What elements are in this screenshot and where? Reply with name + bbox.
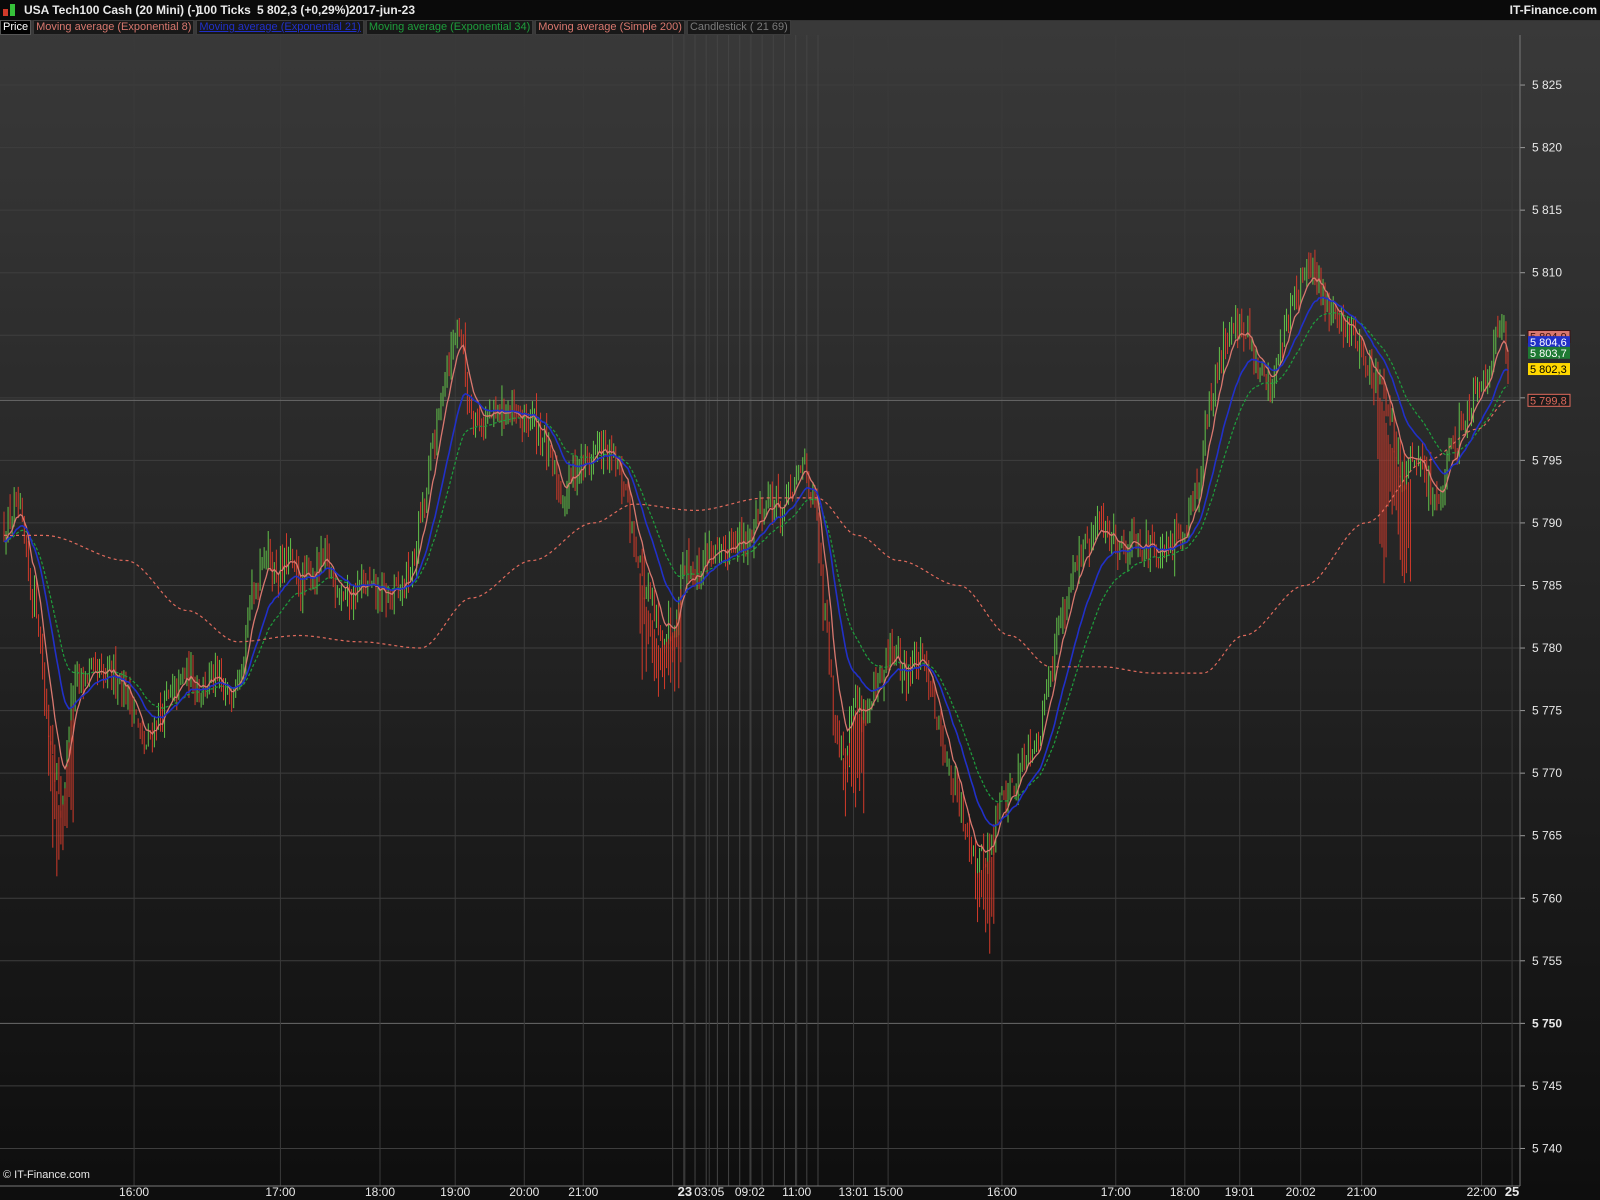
- y-tick-label: 5 775: [1532, 704, 1562, 718]
- x-tick-label: 23: [678, 1184, 692, 1199]
- x-tick-label: 11:00: [782, 1185, 811, 1199]
- copyright-notice: © IT-Finance.com: [3, 1169, 90, 1181]
- x-tick-label: 19:01: [1225, 1185, 1255, 1199]
- indicator-legend: Price Moving average (Exponential 8) Movin…: [0, 20, 793, 35]
- y-tick-label: 5 810: [1532, 266, 1562, 280]
- instrument-name: USA Tech100 Cash (20 Mini) (-): [24, 3, 200, 17]
- price-tag: 5 799,8: [1527, 393, 1571, 407]
- legend-ema34[interactable]: Moving average (Exponential 34): [365, 20, 534, 35]
- price-tag-label: 5 803,7: [1530, 348, 1567, 360]
- last-price: 5 802,3 (+0,29%): [257, 3, 350, 17]
- x-tick-label: 17:00: [1101, 1185, 1131, 1199]
- x-tick-label: 18:00: [1170, 1185, 1200, 1199]
- legend-price[interactable]: Price: [0, 20, 32, 35]
- price-tag-label: 5 802,3: [1530, 364, 1567, 376]
- y-tick-label: 5 770: [1532, 766, 1562, 780]
- x-tick-label: 22:00: [1467, 1185, 1497, 1199]
- x-tick-label: 03:05: [694, 1185, 724, 1199]
- brand-label: IT-Finance.com: [1509, 3, 1597, 17]
- x-tick-label: 25: [1505, 1184, 1519, 1199]
- y-tick-label: 5 825: [1532, 78, 1562, 92]
- price-tag: 5 803,7: [1528, 346, 1570, 360]
- x-tick-label: 18:00: [365, 1185, 395, 1199]
- y-tick-label: 5 745: [1532, 1079, 1562, 1093]
- x-tick-label: 20:00: [509, 1185, 539, 1199]
- x-tick-label: 16:00: [987, 1185, 1017, 1199]
- x-tick-label: 21:00: [1347, 1185, 1377, 1199]
- y-tick-label: 5 785: [1532, 578, 1562, 592]
- x-tick-label: 19:00: [440, 1185, 470, 1199]
- price-tag-label: 5 799,8: [1530, 395, 1567, 407]
- x-tick-label: 21:00: [568, 1185, 598, 1199]
- legend-ema21[interactable]: Moving average (Exponential 21): [196, 20, 364, 35]
- x-tick-label: 15:00: [873, 1185, 903, 1199]
- status-indicator-icon: [3, 4, 16, 16]
- y-tick-label: 5 755: [1532, 954, 1562, 968]
- chart-title-bar: USA Tech100 Cash (20 Mini) (-) 100 Ticks…: [0, 0, 1600, 21]
- price-chart[interactable]: 5 825 5 820 5 815 5 810 5 795 5 790 5 785 5 780…: [0, 0, 1600, 1200]
- x-tick-label: 13:01: [839, 1185, 869, 1199]
- legend-ema8[interactable]: Moving average (Exponential 8): [33, 20, 195, 35]
- y-tick-label: 5 780: [1532, 641, 1562, 655]
- y-tick-label: 5 790: [1532, 516, 1562, 530]
- price-tag: 5 802,3: [1528, 363, 1570, 376]
- tick-period[interactable]: 100 Ticks: [197, 0, 251, 20]
- x-tick-label: 17:00: [265, 1185, 295, 1199]
- y-tick-label: 5 740: [1532, 1141, 1562, 1155]
- y-tick-label: 5 750: [1532, 1016, 1562, 1030]
- chart-date: 2017-jun-23: [349, 3, 416, 17]
- y-tick-label: 5 815: [1532, 203, 1562, 217]
- x-tick-label: 09:02: [735, 1185, 765, 1199]
- legend-sma200[interactable]: Moving average (Simple 200): [535, 20, 685, 35]
- y-tick-label: 5 760: [1532, 891, 1562, 905]
- y-tick-label: 5 820: [1532, 141, 1562, 155]
- legend-candlestick[interactable]: Candlestick ( 21 69): [686, 20, 791, 35]
- x-tick-label: 16:00: [119, 1185, 149, 1199]
- x-tick-label: 20:02: [1286, 1185, 1316, 1199]
- y-tick-label: 5 795: [1532, 453, 1562, 467]
- y-tick-label: 5 765: [1532, 829, 1562, 843]
- chart-background: [0, 0, 1600, 1200]
